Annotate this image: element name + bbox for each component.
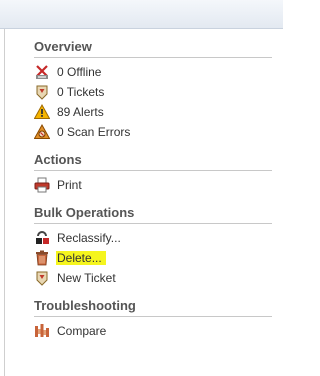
panel-divider [4,29,5,376]
sidebar-panel: Overview 0 Offline 0 Tickets 89 Alerts 0… [34,30,272,342]
new-ticket-icon [34,270,50,286]
compare-label: Compare [57,324,107,338]
overview-scan-errors-label: 0 Scan Errors [57,125,131,139]
compare-link[interactable]: Compare [34,321,272,341]
overview-tickets-label: 0 Tickets [57,85,105,99]
section-title-troubleshooting: Troubleshooting [34,296,272,317]
section-title-bulk-operations: Bulk Operations [34,203,272,224]
delete-link[interactable]: Delete... [34,248,272,268]
offline-icon [34,64,50,80]
overview-scan-errors[interactable]: 0 Scan Errors [34,122,272,142]
ticket-icon [34,84,50,100]
troubleshooting-list: Compare [34,317,272,342]
section-title-overview: Overview [34,37,272,58]
reclassify-icon [34,230,50,246]
overview-alerts[interactable]: 89 Alerts [34,102,272,122]
compare-icon [34,323,50,339]
reclassify-label: Reclassify... [57,231,121,245]
printer-icon [34,177,50,193]
delete-label: Delete... [56,251,106,265]
overview-list: 0 Offline 0 Tickets 89 Alerts 0 Scan Err… [34,58,272,143]
trash-icon [34,250,50,266]
print-label: Print [57,178,82,192]
section-title-actions: Actions [34,150,272,171]
overview-offline-label: 0 Offline [57,65,102,79]
scan-error-icon [34,124,50,140]
actions-list: Print [34,171,272,196]
overview-offline[interactable]: 0 Offline [34,62,272,82]
alert-icon [34,104,50,120]
new-ticket-label: New Ticket [57,271,116,285]
print-link[interactable]: Print [34,175,272,195]
top-toolbar [0,0,283,29]
overview-alerts-label: 89 Alerts [57,105,104,119]
overview-tickets[interactable]: 0 Tickets [34,82,272,102]
new-ticket-link[interactable]: New Ticket [34,268,272,288]
bulk-operations-list: Reclassify... Delete... New Ticket [34,224,272,289]
reclassify-link[interactable]: Reclassify... [34,228,272,248]
